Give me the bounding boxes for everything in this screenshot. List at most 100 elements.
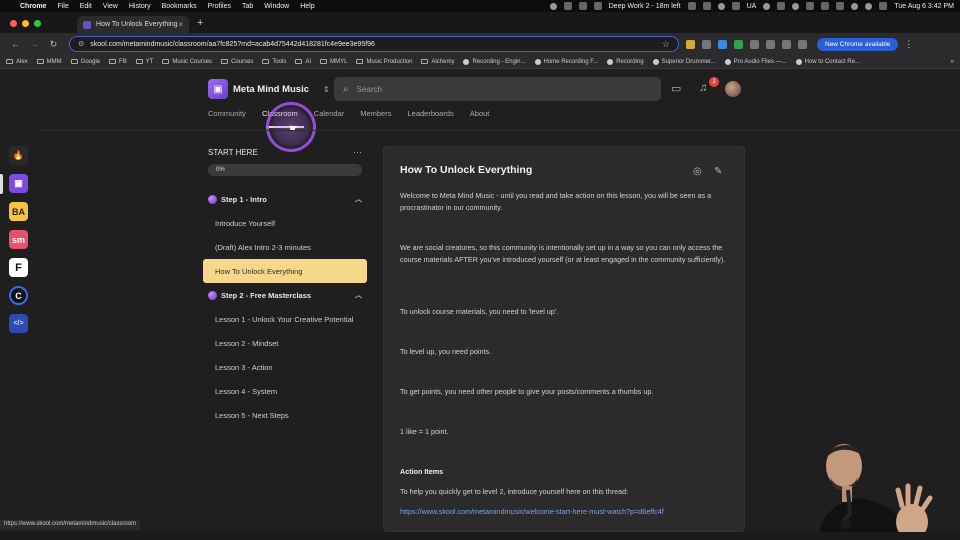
rail-app-3[interactable]: BA: [9, 202, 28, 221]
bookmark-link[interactable]: Home Recording F...: [534, 58, 598, 65]
control-center-icon[interactable]: [879, 2, 888, 10]
menu-app-name[interactable]: Chrome: [20, 3, 46, 10]
lesson-item-current[interactable]: How To Unlock Everything: [203, 259, 367, 283]
edit-pencil-icon[interactable]: ✎: [714, 166, 722, 177]
status-app-icon[interactable]: [792, 2, 800, 10]
rail-app-7[interactable]: </>: [9, 314, 28, 333]
tab-members[interactable]: Members: [360, 109, 391, 118]
status-app-icon[interactable]: [687, 2, 696, 10]
lesson-item[interactable]: Lesson 3 - Action: [203, 355, 367, 379]
bookmark-link[interactable]: Pro Audio Files —...: [724, 58, 787, 65]
search-input[interactable]: ⌕ Search: [334, 77, 661, 101]
bell-icon[interactable]: ♫: [699, 82, 707, 94]
zoom-window-button[interactable]: [34, 20, 41, 27]
lesson-item[interactable]: Lesson 5 - Next Steps: [203, 403, 367, 427]
bookmark-link[interactable]: How to Contact Re...: [795, 58, 860, 65]
menu-file[interactable]: File: [57, 3, 68, 10]
extension-icon[interactable]: [718, 39, 727, 49]
bookmark-folder[interactable]: MMYL: [320, 59, 347, 65]
profile-icon[interactable]: [798, 39, 807, 49]
rail-app-5[interactable]: F: [9, 258, 28, 277]
rail-app-6[interactable]: C: [9, 286, 28, 305]
rail-app-4[interactable]: sm: [9, 230, 28, 249]
menu-view[interactable]: View: [103, 3, 118, 10]
chevron-up-down-icon[interactable]: ⇕: [323, 85, 330, 94]
lesson-item[interactable]: Lesson 2 - Mindset: [203, 331, 367, 355]
status-app-icon[interactable]: [717, 2, 725, 10]
status-app-icon[interactable]: [777, 2, 786, 10]
menu-tab[interactable]: Tab: [242, 3, 253, 10]
menu-history[interactable]: History: [129, 3, 151, 10]
tab-calendar[interactable]: Calendar: [314, 109, 344, 118]
bookmark-folder[interactable]: Tools: [262, 59, 286, 65]
bookmark-folder[interactable]: Alchemy: [421, 59, 454, 65]
menu-profiles[interactable]: Profiles: [208, 3, 231, 10]
bookmark-link[interactable]: Superior Drummer...: [652, 58, 716, 65]
bookmark-link[interactable]: Recording: [607, 58, 644, 65]
volume-icon[interactable]: [806, 2, 815, 10]
close-tab-icon[interactable]: ×: [178, 20, 183, 29]
rail-app-2[interactable]: ▣: [9, 174, 28, 193]
bookmark-folder[interactable]: Courses: [221, 59, 253, 65]
extension-icon[interactable]: [702, 39, 711, 49]
avatar[interactable]: [725, 81, 741, 97]
close-window-button[interactable]: [10, 20, 17, 27]
spotlight-icon[interactable]: [865, 2, 873, 10]
bookmark-folder[interactable]: AI: [295, 59, 311, 65]
status-app-icon[interactable]: [593, 2, 602, 10]
menu-bookmarks[interactable]: Bookmarks: [162, 3, 197, 10]
minimize-window-button[interactable]: [22, 20, 29, 27]
forward-arrow-icon[interactable]: →: [25, 39, 44, 49]
tab-about[interactable]: About: [470, 109, 490, 118]
status-app-icon[interactable]: [563, 2, 572, 10]
chevron-up-icon[interactable]: ︿: [355, 194, 362, 204]
menubar-clock[interactable]: Tue Aug 6 3:42 PM: [894, 3, 954, 10]
focus-timer-status[interactable]: Deep Work 2 - 18m left: [609, 3, 681, 10]
chevron-up-icon[interactable]: ︿: [355, 290, 362, 300]
menu-help[interactable]: Help: [300, 3, 314, 10]
bookmark-folder[interactable]: YT: [135, 59, 153, 65]
bookmark-star-icon[interactable]: ☆: [662, 39, 670, 50]
site-info-icon[interactable]: ⚙: [78, 40, 84, 48]
browser-tab[interactable]: How To Unlock Everything ×: [77, 16, 189, 33]
menu-edit[interactable]: Edit: [80, 3, 92, 10]
lesson-item[interactable]: Lesson 4 - System: [203, 379, 367, 403]
status-app-icon[interactable]: [578, 2, 587, 10]
wifi-icon[interactable]: [851, 2, 859, 10]
more-options-icon[interactable]: ···: [353, 147, 362, 157]
status-app-icon[interactable]: [731, 2, 740, 10]
extension-icon[interactable]: [686, 39, 695, 49]
bookmark-folder[interactable]: Music Courses: [162, 59, 212, 65]
status-app-icon[interactable]: [549, 2, 557, 10]
section-header[interactable]: Step 1 - Intro ︿: [203, 187, 367, 211]
section-header[interactable]: Step 2 - Free Masterclass ︿: [203, 283, 367, 307]
input-source-indicator[interactable]: UA: [747, 3, 757, 10]
tab-leaderboards[interactable]: Leaderboards: [407, 109, 453, 118]
back-arrow-icon[interactable]: ←: [6, 39, 25, 49]
bookmark-folder[interactable]: Music Production: [356, 59, 412, 65]
bookmark-link[interactable]: Recording - Engin...: [463, 58, 526, 65]
bookmark-folder[interactable]: Alex: [6, 59, 28, 65]
extension-icon[interactable]: [766, 39, 775, 49]
mark-complete-icon[interactable]: ◎: [693, 166, 702, 177]
introduce-yourself-link[interactable]: https://www.skool.com/metamindmusic/welc…: [400, 506, 730, 518]
extension-icon[interactable]: [750, 39, 759, 49]
address-bar[interactable]: ⚙ skool.com/metamindmusic/classroom/aa7f…: [69, 36, 679, 52]
tab-community[interactable]: Community: [208, 109, 246, 118]
more-bookmarks-icon[interactable]: »: [951, 59, 954, 65]
bluetooth-icon[interactable]: [836, 2, 845, 10]
chrome-menu-icon[interactable]: ⋮: [904, 39, 913, 50]
lesson-item[interactable]: (Draft) Alex Intro 2-3 minutes: [203, 235, 367, 259]
chat-icon[interactable]: ▭: [671, 82, 681, 95]
extensions-puzzle-icon[interactable]: [782, 39, 791, 49]
status-app-icon[interactable]: [702, 2, 711, 10]
bookmark-folder[interactable]: Google: [70, 59, 100, 65]
lesson-item[interactable]: Introduce Yourself: [203, 211, 367, 235]
community-switcher[interactable]: ▣ Meta Mind Music ⇕: [208, 79, 330, 99]
battery-icon[interactable]: [821, 2, 830, 10]
rail-app-1[interactable]: 🔥: [9, 146, 28, 165]
url-text[interactable]: skool.com/metamindmusic/classroom/aa7fc8…: [90, 41, 375, 48]
status-app-icon[interactable]: [763, 2, 771, 10]
reload-icon[interactable]: ↻: [44, 39, 63, 50]
bookmark-folder[interactable]: MMM: [36, 59, 62, 65]
